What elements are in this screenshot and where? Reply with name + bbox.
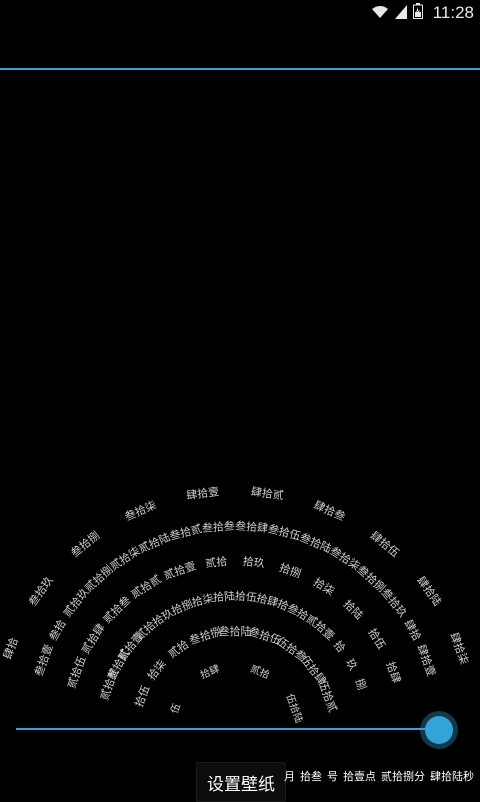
ring-label-outer: 叁拾陆 bbox=[298, 530, 334, 556]
ring-label-outer: 贰拾柒 bbox=[107, 543, 142, 573]
set-wallpaper-button[interactable]: 设置壁纸 bbox=[196, 762, 286, 802]
ring-label-days: 拾玖 bbox=[242, 554, 265, 570]
ring-label-right-column: 叁拾玖 bbox=[25, 573, 56, 608]
ring-label-outer: 肆拾 bbox=[401, 617, 424, 643]
ring-label-seconds: 拾肆 bbox=[198, 662, 222, 682]
ring-label-right-column: 肆拾壹 bbox=[185, 484, 220, 502]
ring-label-hours: 拾伍 bbox=[234, 589, 257, 605]
ring-label-outer: 贰拾陆 bbox=[136, 530, 172, 556]
ring-label-hours: 拾柒 bbox=[190, 591, 215, 610]
ring-label-outer: 叁拾玖 bbox=[379, 585, 411, 620]
ring-label-outer: 叁拾伍 bbox=[267, 521, 302, 543]
ring-label-right-column: 肆拾伍 bbox=[368, 528, 402, 560]
ring-label-right-column: 肆拾 bbox=[0, 636, 21, 661]
slider-track[interactable] bbox=[16, 728, 452, 730]
readout-month: 月 bbox=[284, 770, 295, 783]
ring-label-days: 拾肆 bbox=[383, 660, 404, 685]
readout-hour: 拾壹点 bbox=[343, 770, 376, 783]
ring-label-outer: 叁拾贰 bbox=[168, 521, 203, 543]
ring-label-days: 拾陆 bbox=[341, 597, 367, 622]
ring-label-minutes: 伍拾贰 bbox=[316, 678, 340, 714]
ring-label-seconds: 伍 bbox=[168, 702, 183, 716]
ring-label-right-column: 肆拾贰 bbox=[250, 484, 285, 502]
ring-label-outer: 叁拾壹 bbox=[31, 642, 55, 678]
ring-label-hours: 拾 bbox=[331, 638, 349, 655]
ring-label-minutes: 拾伍 bbox=[132, 683, 153, 708]
ring-label-hours: 玖 bbox=[343, 657, 360, 673]
time-readout: 月 拾叁 号 拾壹点 贰拾捌分 肆拾陆秒 bbox=[284, 768, 480, 788]
readout-day: 拾叁 bbox=[300, 770, 322, 783]
ring-label-right-column: 肆拾陆 bbox=[414, 573, 445, 608]
ring-label-seconds: 伍拾陆 bbox=[283, 692, 305, 725]
readout-second: 肆拾陆秒 bbox=[430, 770, 474, 783]
ring-label-days: 贰拾肆 bbox=[78, 621, 108, 656]
ring-label-right-column: 肆拾柒 bbox=[447, 630, 471, 666]
readout-minute: 贰拾捌分 bbox=[381, 770, 425, 783]
slider-thumb[interactable] bbox=[425, 716, 453, 744]
ring-label-days: 贰拾贰 bbox=[128, 572, 163, 601]
ring-label-seconds: 贰拾 bbox=[248, 662, 272, 682]
ring-label-hours: 拾陆 bbox=[213, 589, 236, 605]
radial-clock-wallpaper: 伍拾肆 贰拾伍拾陆拾伍拾柒贰拾叁拾捌叁拾陆叁拾伍伍拾叁伍拾肆伍拾贰贰拾叁贰拾贰贰拾… bbox=[0, 484, 472, 725]
ring-label-days: 拾柒 bbox=[311, 575, 337, 598]
ring-label-minutes: 拾柒 bbox=[144, 657, 168, 683]
ring-label-right-column: 肆拾叁 bbox=[312, 498, 348, 524]
ring-label-minutes: 贰拾 bbox=[165, 637, 191, 661]
ring-label-days: 贰拾叁 bbox=[100, 593, 133, 626]
ring-label-outer: 肆拾壹 bbox=[414, 642, 438, 678]
ring-label-outer: 叁拾肆 bbox=[235, 518, 269, 535]
readout-date-word: 号 bbox=[327, 770, 338, 783]
ring-label-days: 贰拾 bbox=[205, 554, 228, 570]
ring-label-days: 贰拾伍 bbox=[64, 654, 88, 690]
ring-label-right-column: 叁拾捌 bbox=[68, 528, 102, 560]
ring-label-days: 拾伍 bbox=[365, 626, 389, 652]
ring-label-hours: 捌 bbox=[352, 677, 369, 692]
ring-label-right-column: 叁拾柒 bbox=[122, 498, 158, 524]
ring-label-outer: 叁拾叁 bbox=[201, 518, 235, 535]
ring-label-days: 贰拾壹 bbox=[162, 558, 198, 582]
ring-label-days: 拾捌 bbox=[278, 560, 303, 580]
ring-label-outer: 叁拾 bbox=[46, 617, 69, 643]
